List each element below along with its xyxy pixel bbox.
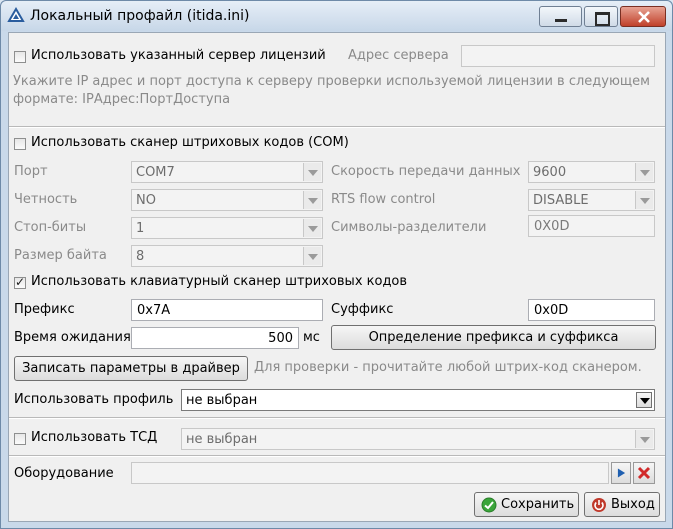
server-address-label: Адрес сервера [348, 48, 449, 63]
chevron-down-icon [303, 219, 321, 237]
profile-value: не выбран [186, 393, 258, 408]
speed-select[interactable]: 9600 [528, 161, 655, 183]
license-hint: Укажите IP адрес и порт доступа к сервер… [13, 74, 650, 107]
tsd-checkbox[interactable] [14, 433, 26, 445]
bytesize-select[interactable]: 8 [131, 245, 323, 267]
timeout-label: Время ожидания [14, 330, 131, 345]
chevron-down-icon [303, 191, 321, 209]
dialog-content: Использовать указанный сервер лицензий А… [8, 32, 666, 522]
bytesize-value: 8 [136, 249, 145, 264]
suffix-input[interactable]: 0x0D [528, 299, 655, 321]
power-icon [592, 498, 606, 512]
parity-value: NO [136, 193, 156, 208]
divider [9, 455, 665, 457]
port-label: Порт [14, 164, 48, 179]
timeout-input[interactable]: 500 [131, 327, 299, 349]
parity-select[interactable]: NO [131, 189, 323, 211]
chevron-down-icon [635, 191, 653, 209]
equipment-select-button[interactable] [611, 462, 631, 484]
stopbits-value: 1 [136, 221, 145, 236]
timeout-unit: мс [303, 330, 320, 345]
maximize-button[interactable] [584, 6, 618, 27]
stopbits-select[interactable]: 1 [131, 217, 323, 239]
suffix-label: Суффикс [331, 302, 394, 317]
tsd-value: не выбран [186, 432, 258, 447]
tsd-select[interactable]: не выбран [181, 428, 655, 450]
window-title: Локальный профайл (itida.ini) [30, 8, 250, 24]
separators-label: Символы-разделители [331, 220, 487, 235]
equipment-clear-button[interactable] [633, 462, 655, 484]
prefix-input[interactable]: 0x7A [131, 299, 323, 321]
profile-label: Использовать профиль [14, 392, 174, 407]
chevron-down-icon [635, 163, 653, 181]
equipment-label: Оборудование [14, 466, 114, 481]
save-button[interactable]: Сохранить [474, 492, 579, 517]
chevron-down-icon [303, 163, 321, 181]
equipment-input[interactable] [131, 462, 609, 484]
port-value: COM7 [136, 165, 175, 180]
dialog-window: Локальный профайл (itida.ini) Использова… [0, 0, 673, 529]
minimize-icon [555, 19, 567, 22]
close-button[interactable] [620, 6, 666, 27]
prefix-label: Префикс [14, 302, 75, 317]
speed-label: Скорость передачи данных [331, 164, 521, 179]
parity-label: Четность [14, 192, 78, 207]
check-circle-icon [481, 497, 497, 513]
app-icon [7, 7, 25, 22]
chevron-down-icon [635, 430, 653, 448]
chevron-down-icon [303, 247, 321, 265]
rts-label: RTS flow control [331, 192, 436, 207]
speed-value: 9600 [533, 165, 567, 180]
kbd-scanner-label[interactable]: Использовать клавиатурный сканер штрихов… [31, 274, 407, 289]
com-scanner-label[interactable]: Использовать сканер штриховых кодов (COM… [31, 135, 349, 150]
stopbits-label: Стоп-биты [14, 220, 87, 235]
maximize-icon [595, 12, 610, 26]
port-select[interactable]: COM7 [131, 161, 323, 183]
separators-input[interactable]: 0X0D [528, 215, 655, 237]
bytesize-label: Размер байта [14, 248, 107, 263]
tsd-label[interactable]: Использовать ТСД [31, 430, 157, 445]
com-scanner-checkbox[interactable] [14, 138, 26, 150]
play-icon [617, 468, 626, 478]
title-bar[interactable]: Локальный профайл (itida.ini) [1, 1, 672, 31]
delete-x-icon [637, 466, 651, 480]
rts-select[interactable]: DISABLE [528, 189, 655, 211]
rts-value: DISABLE [533, 193, 589, 208]
close-icon [638, 11, 650, 23]
exit-button-label: Выход [611, 497, 655, 512]
profile-select[interactable]: не выбран [181, 389, 655, 411]
minimize-button[interactable] [539, 6, 582, 27]
chevron-down-icon [636, 392, 652, 408]
license-server-label[interactable]: Использовать указанный сервер лицензий [31, 48, 326, 63]
check-hint: Для проверки - прочитайте любой штрих-ко… [254, 360, 642, 375]
detect-prefix-suffix-button[interactable]: Определение префикса и суффикса [331, 325, 656, 350]
license-server-checkbox[interactable] [14, 51, 26, 63]
kbd-scanner-checkbox[interactable] [14, 275, 26, 289]
divider [9, 126, 665, 128]
exit-button[interactable]: Выход [584, 492, 660, 517]
write-to-driver-button[interactable]: Записать параметры в драйвер [14, 356, 248, 381]
server-address-input[interactable] [461, 45, 655, 67]
save-button-label: Сохранить [501, 497, 575, 512]
divider [9, 417, 665, 419]
